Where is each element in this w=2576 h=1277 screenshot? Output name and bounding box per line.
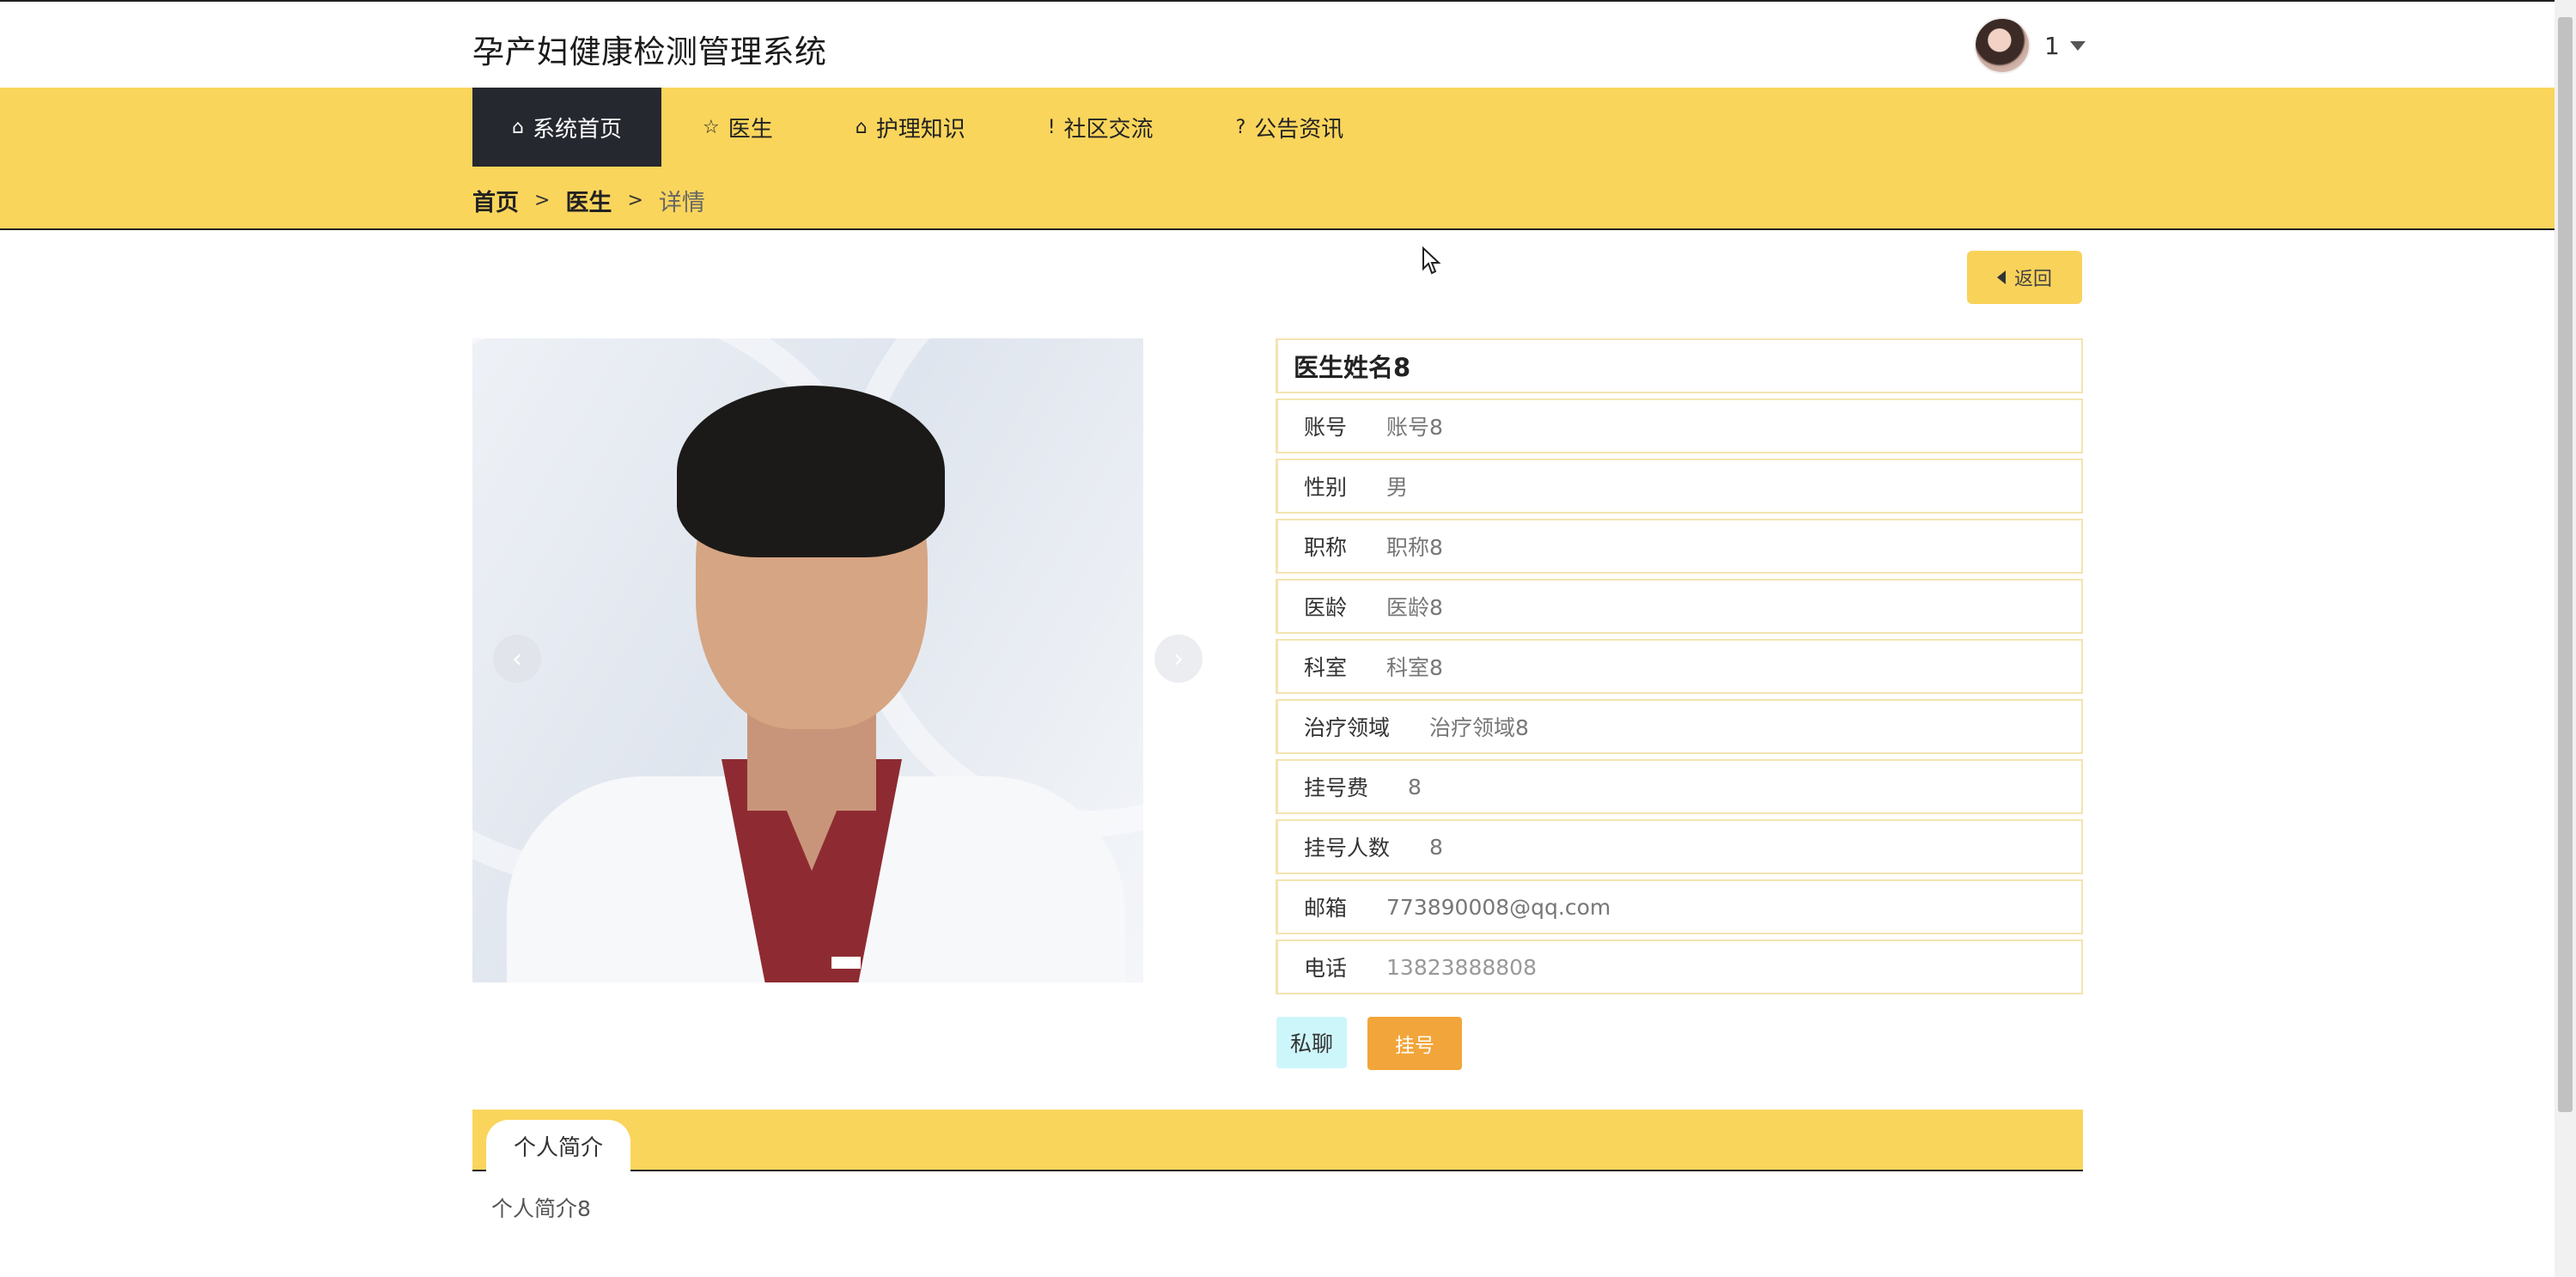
nav-item-doctor[interactable]: ☆ 医生 — [661, 88, 814, 167]
back-button[interactable]: 返回 — [1967, 251, 2082, 304]
nav-item-label: 医生 — [728, 116, 773, 143]
breadcrumb-current: 详情 — [658, 190, 705, 216]
info-row-email: 邮箱 773890008@qq.com — [1276, 879, 2083, 934]
tab-intro[interactable]: 个人简介 — [486, 1120, 631, 1171]
site-title: 孕产妇健康检测管理系统 — [472, 33, 827, 70]
nav-band: ⌂ 系统首页 ☆ 医生 ⌂ 护理知识 ! 社区交流 ? 公告资讯 首页 > 医生… — [0, 88, 2555, 230]
info-row-register-count: 挂号人数 8 — [1276, 819, 2083, 874]
info-value: 账号8 — [1386, 415, 1443, 440]
info-label: 邮箱 — [1304, 896, 1348, 921]
caret-down-icon[interactable] — [2069, 40, 2086, 51]
nav-item-community[interactable]: ! 社区交流 — [1007, 88, 1195, 167]
nav-item-label: 社区交流 — [1063, 116, 1154, 143]
intro-content: 个人简介8 — [491, 1196, 591, 1221]
scrollbar-thumb[interactable] — [2558, 17, 2573, 1112]
user-menu[interactable]: 1 — [1974, 17, 2086, 74]
mouse-cursor-icon — [1422, 246, 1441, 275]
nav-item-label: 护理知识 — [875, 116, 965, 143]
user-avatar[interactable] — [1974, 17, 2031, 74]
breadcrumb-home[interactable]: 首页 — [472, 184, 519, 217]
info-label: 科室 — [1304, 655, 1348, 680]
info-value: 职称8 — [1386, 535, 1443, 560]
lock-icon: ⌂ — [855, 116, 868, 138]
nav-item-label: 公告资讯 — [1254, 116, 1344, 143]
info-value: 13823888808 — [1386, 954, 1537, 980]
info-value: 医龄8 — [1386, 595, 1443, 620]
info-row-fee: 挂号费 8 — [1276, 759, 2083, 814]
info-label: 职称 — [1304, 535, 1348, 560]
carousel-next-button[interactable]: › — [1154, 635, 1203, 683]
register-button[interactable]: 挂号 — [1367, 1017, 1462, 1070]
info-value: 男 — [1386, 475, 1409, 500]
back-button-label: 返回 — [2013, 269, 2052, 290]
info-label: 挂号人数 — [1304, 836, 1391, 860]
carousel-prev-button[interactable]: ‹ — [493, 635, 541, 683]
top-header: 孕产妇健康检测管理系统 1 — [0, 0, 2555, 88]
info-row-experience: 医龄 医龄8 — [1276, 579, 2083, 634]
breadcrumb-doctor[interactable]: 医生 — [565, 184, 612, 217]
doctor-photo — [472, 338, 1143, 982]
info-label: 电话 — [1304, 956, 1348, 981]
user-name[interactable]: 1 — [2044, 32, 2060, 60]
info-label: 医龄 — [1304, 595, 1348, 620]
nav-item-news[interactable]: ? 公告资讯 — [1195, 88, 1385, 167]
private-chat-button[interactable]: 私聊 — [1276, 1017, 1347, 1068]
info-value: 科室8 — [1386, 655, 1443, 680]
nav-item-nursing[interactable]: ⌂ 护理知识 — [814, 88, 1007, 167]
star-icon: ☆ — [702, 116, 720, 138]
info-value: 8 — [1429, 834, 1443, 860]
info-label: 账号 — [1304, 415, 1348, 440]
doctor-name: 医生姓名8 — [1276, 338, 2083, 393]
info-label: 挂号费 — [1304, 775, 1369, 800]
question-circle-icon: ? — [1235, 116, 1246, 138]
info-row-gender: 性别 男 — [1276, 459, 2083, 514]
home-icon: ⌂ — [512, 116, 524, 138]
info-value: 治疗领域8 — [1429, 715, 1529, 740]
info-row-account: 账号 账号8 — [1276, 398, 2083, 453]
caret-left-icon — [1996, 271, 2006, 284]
detail-tabs: 个人简介 — [472, 1110, 2083, 1171]
exclamation-circle-icon: ! — [1047, 116, 1056, 138]
info-value: 773890008@qq.com — [1386, 894, 1611, 920]
info-row-title: 职称 职称8 — [1276, 519, 2083, 574]
info-value: 8 — [1408, 774, 1422, 800]
info-row-phone: 电话 13823888808 — [1276, 940, 2083, 994]
nav-item-home[interactable]: ⌂ 系统首页 — [472, 88, 661, 167]
carousel-indicator[interactable] — [831, 957, 861, 969]
breadcrumb-separator: > — [534, 190, 551, 211]
info-label: 性别 — [1304, 475, 1348, 500]
breadcrumb: 首页 > 医生 > 详情 — [472, 184, 705, 217]
doctor-info-panel: 医生姓名8 账号 账号8 性别 男 职称 职称8 医龄 医龄8 科室 科室8 治… — [1276, 338, 2083, 994]
breadcrumb-separator: > — [627, 190, 643, 211]
main-nav: ⌂ 系统首页 ☆ 医生 ⌂ 护理知识 ! 社区交流 ? 公告资讯 — [472, 88, 1385, 167]
info-label: 治疗领域 — [1304, 715, 1391, 740]
info-row-specialty: 治疗领域 治疗领域8 — [1276, 699, 2083, 754]
nav-item-label: 系统首页 — [532, 116, 622, 143]
info-row-department: 科室 科室8 — [1276, 639, 2083, 694]
